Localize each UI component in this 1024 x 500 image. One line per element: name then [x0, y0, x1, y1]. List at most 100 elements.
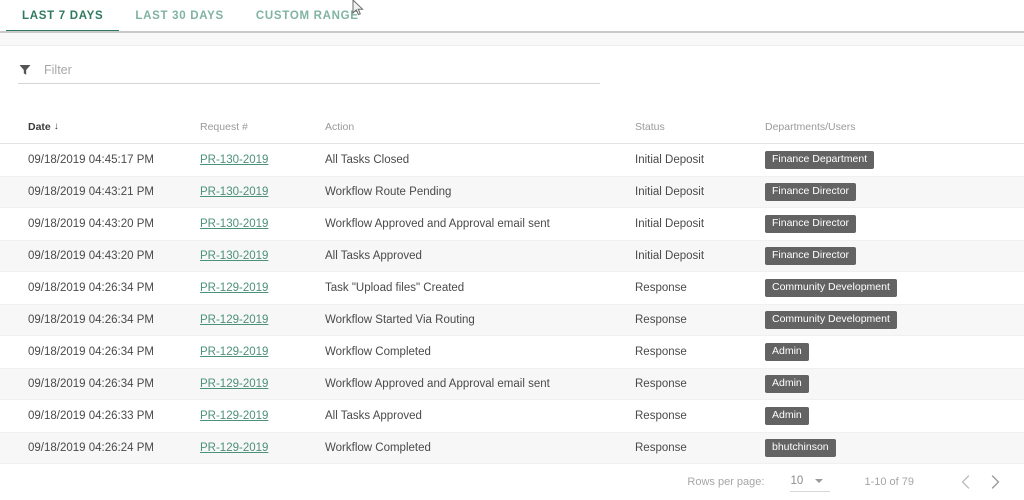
column-header-action[interactable]: Action [325, 121, 635, 133]
status-badge: Community Development [765, 311, 897, 329]
cell-action: Task "Upload files" Created [325, 282, 465, 294]
table-row[interactable]: 09/18/2019 04:43:21 PM PR-130-2019 Workf… [0, 176, 1024, 208]
cell-status: Initial Deposit [635, 154, 705, 166]
request-link[interactable]: PR-129-2019 [200, 410, 268, 422]
tab-last-30-days-label: LAST 30 DAYS [135, 10, 224, 22]
status-badge: Admin [765, 407, 809, 425]
request-link[interactable]: PR-130-2019 [200, 154, 268, 166]
cell-action: Workflow Completed [325, 346, 431, 358]
cell-date: 09/18/2019 04:43:20 PM [28, 218, 154, 230]
cell-departments-users: Admin [765, 343, 1005, 361]
paginator: Rows per page: 10 1-10 of 79 [0, 464, 1024, 500]
column-header-action-label: Action [325, 120, 355, 133]
audit-trail-page: LAST 7 DAYS LAST 30 DAYS CUSTOM RANGE Da… [0, 0, 1024, 500]
cell-status: Response [635, 346, 687, 358]
request-link[interactable]: PR-129-2019 [200, 442, 268, 454]
cell-action: Workflow Approved and Approval email sen… [325, 378, 550, 390]
toolbar-strip [0, 33, 1024, 46]
sort-descending-icon: ↓ [53, 120, 59, 132]
table-row[interactable]: 09/18/2019 04:26:33 PM PR-129-2019 All T… [0, 400, 1024, 432]
request-link[interactable]: PR-129-2019 [200, 282, 268, 294]
cell-status: Initial Deposit [635, 186, 705, 198]
column-header-date[interactable]: Date ↓ [0, 121, 200, 133]
pagination-range-label: 1-10 of 79 [864, 476, 914, 488]
table-header-row: Date ↓ Request # Action Status Departmen… [0, 110, 1024, 144]
filter-input[interactable] [44, 62, 600, 77]
table-row[interactable]: 09/18/2019 04:45:17 PM PR-130-2019 All T… [0, 144, 1024, 176]
request-link[interactable]: PR-129-2019 [200, 378, 268, 390]
table-row[interactable]: 09/18/2019 04:26:34 PM PR-129-2019 Task … [0, 272, 1024, 304]
status-badge: Admin [765, 343, 809, 361]
cell-departments-users: Finance Director [765, 183, 1005, 201]
cell-status: Initial Deposit [635, 218, 705, 230]
request-link[interactable]: PR-130-2019 [200, 250, 268, 262]
column-header-request[interactable]: Request # [200, 121, 325, 133]
cell-date: 09/18/2019 04:43:21 PM [28, 186, 154, 198]
tab-last-30-days[interactable]: LAST 30 DAYS [119, 0, 240, 32]
cell-date: 09/18/2019 04:26:34 PM [28, 346, 154, 358]
column-header-date-label: Date [28, 120, 51, 133]
tab-last-7-days[interactable]: LAST 7 DAYS [6, 0, 120, 32]
cell-action: All Tasks Approved [325, 410, 422, 422]
request-link[interactable]: PR-129-2019 [200, 314, 268, 326]
table-row[interactable]: 09/18/2019 04:26:34 PM PR-129-2019 Workf… [0, 368, 1024, 400]
cell-departments-users: bhutchinson [765, 439, 1005, 457]
table-row[interactable]: 09/18/2019 04:26:34 PM PR-129-2019 Workf… [0, 336, 1024, 368]
cell-action: Workflow Route Pending [325, 186, 452, 198]
cell-departments-users: Admin [765, 407, 1005, 425]
cell-departments-users: Finance Director [765, 247, 1005, 265]
status-badge: Finance Director [765, 183, 857, 201]
tab-last-7-days-label: LAST 7 DAYS [22, 10, 104, 22]
cell-status: Response [635, 442, 687, 454]
status-badge: Community Development [765, 279, 897, 297]
cell-date: 09/18/2019 04:26:24 PM [28, 442, 154, 454]
cell-date: 09/18/2019 04:43:20 PM [28, 250, 154, 262]
tab-custom-range[interactable]: CUSTOM RANGE [240, 0, 375, 32]
cell-request: PR-129-2019 [200, 314, 325, 326]
rows-per-page-select[interactable]: 10 [790, 473, 831, 492]
cell-date: 09/18/2019 04:26:34 PM [28, 282, 154, 294]
cell-date: 09/18/2019 04:26:34 PM [28, 378, 154, 390]
status-badge: bhutchinson [765, 439, 836, 457]
audit-table: Date ↓ Request # Action Status Departmen… [0, 110, 1024, 464]
cell-date: 09/18/2019 04:26:34 PM [28, 314, 154, 326]
tab-custom-range-label: CUSTOM RANGE [255, 10, 359, 22]
cell-status: Response [635, 282, 687, 294]
filter-field[interactable] [18, 56, 600, 84]
column-header-status[interactable]: Status [635, 121, 765, 133]
table-row[interactable]: 09/18/2019 04:26:24 PM PR-129-2019 Workf… [0, 432, 1024, 464]
cell-request: PR-130-2019 [200, 250, 325, 262]
filter-icon [18, 63, 32, 77]
cell-departments-users: Finance Department [765, 151, 1005, 169]
cell-date: 09/18/2019 04:45:17 PM [28, 154, 154, 166]
request-link[interactable]: PR-130-2019 [200, 186, 268, 198]
cell-status: Response [635, 314, 687, 326]
cell-action: All Tasks Approved [325, 250, 422, 262]
table-row[interactable]: 09/18/2019 04:26:34 PM PR-129-2019 Workf… [0, 304, 1024, 336]
table-row[interactable]: 09/18/2019 04:43:20 PM PR-130-2019 All T… [0, 240, 1024, 272]
cell-request: PR-130-2019 [200, 154, 325, 166]
cell-departments-users: Admin [765, 375, 1005, 393]
table-row[interactable]: 09/18/2019 04:43:20 PM PR-130-2019 Workf… [0, 208, 1024, 240]
previous-page-button[interactable] [952, 469, 978, 495]
chevron-down-icon [815, 478, 824, 483]
cell-departments-users: Community Development [765, 311, 1005, 329]
cell-request: PR-129-2019 [200, 346, 325, 358]
cell-status: Response [635, 410, 687, 422]
cell-request: PR-130-2019 [200, 218, 325, 230]
cell-request: PR-129-2019 [200, 442, 325, 454]
column-header-departments-users[interactable]: Departments/Users [765, 121, 1005, 133]
date-range-tabs: LAST 7 DAYS LAST 30 DAYS CUSTOM RANGE [0, 0, 1024, 32]
cell-request: PR-129-2019 [200, 410, 325, 422]
cell-action: Workflow Approved and Approval email sen… [325, 218, 550, 230]
cell-departments-users: Community Development [765, 279, 1005, 297]
request-link[interactable]: PR-130-2019 [200, 218, 268, 230]
request-link[interactable]: PR-129-2019 [200, 346, 268, 358]
cell-status: Response [635, 378, 687, 390]
column-header-status-label: Status [635, 120, 665, 133]
cell-action: All Tasks Closed [325, 154, 410, 166]
cell-request: PR-129-2019 [200, 378, 325, 390]
status-badge: Finance Director [765, 247, 857, 265]
next-page-button[interactable] [982, 469, 1008, 495]
rows-per-page-value: 10 [790, 474, 804, 487]
